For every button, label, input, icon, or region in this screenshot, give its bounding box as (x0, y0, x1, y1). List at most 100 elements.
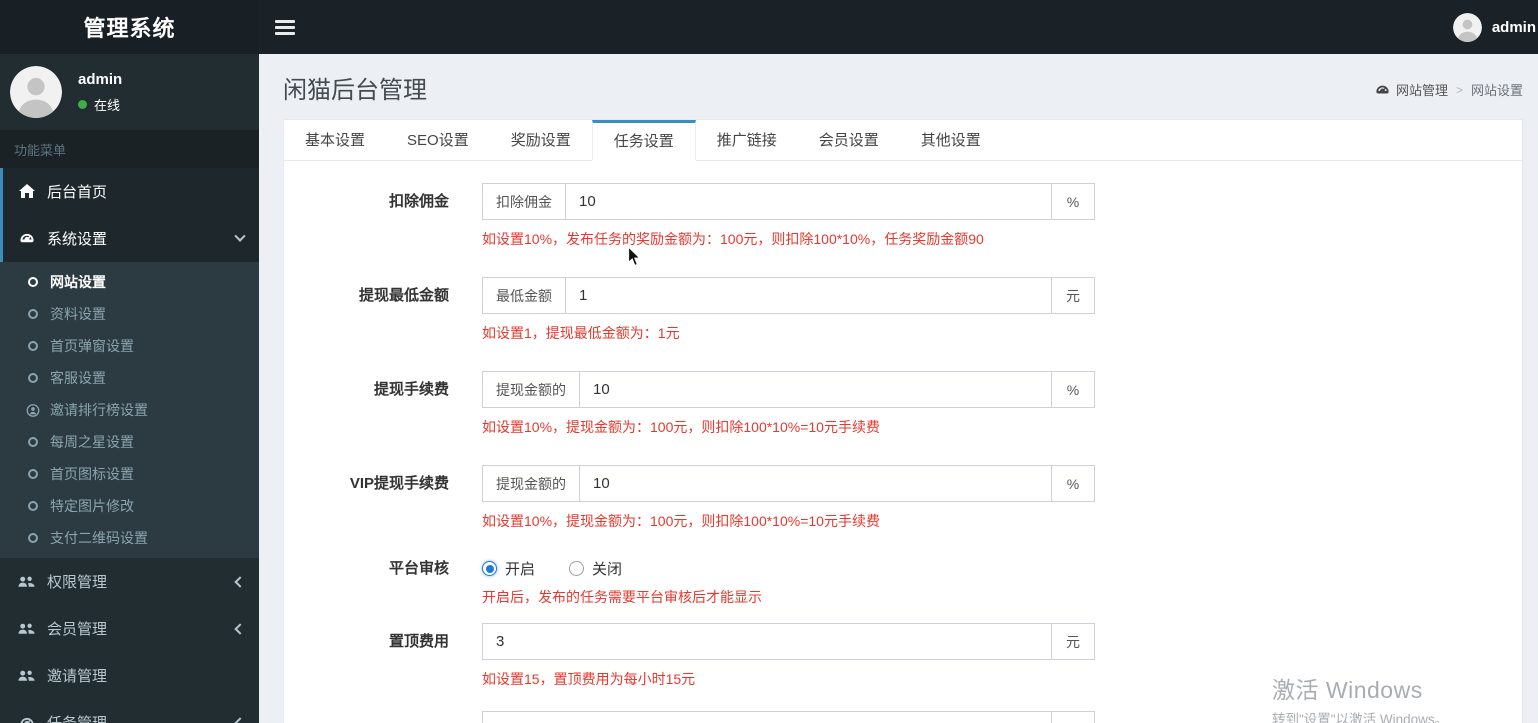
chevron-down-icon (234, 230, 246, 242)
sidebar-item-profile-settings[interactable]: 资料设置 (0, 298, 259, 330)
tab-task[interactable]: 任务设置 (591, 120, 696, 161)
field-hint: 如设置1，提现最低金额为：1元 (482, 325, 680, 341)
sidebar-item-task-mgmt[interactable]: 任务管理 (0, 699, 259, 723)
sidebar-group-invite-mgmt: 邀请管理 (0, 652, 259, 699)
input-addon-label: 扣除佣金 (483, 184, 566, 219)
settings-tabs: 基本设置 SEO设置 奖励设置 任务设置 推广链接 会员设置 其他设置 (284, 120, 1522, 161)
top-fee-input[interactable]: 3 (483, 624, 1051, 659)
circle-icon (25, 467, 40, 481)
tab-member[interactable]: 会员设置 (798, 120, 900, 160)
min-withdraw-input[interactable]: 1 (566, 278, 1051, 313)
sidebar-item-member-mgmt[interactable]: 会员管理 (0, 605, 259, 652)
radio-label: 关闭 (592, 561, 623, 578)
sidebar-item-weekly-star-settings[interactable]: 每周之星设置 (0, 426, 259, 458)
circle-icon (25, 339, 40, 353)
settings-form: 扣除佣金 扣除佣金 10% 如设置10%，发布任务的奖励金额为：100元，则扣除100… (284, 161, 1522, 723)
commission-input[interactable]: 10 (566, 184, 1051, 219)
sidebar-item-label: 邀请管理 (47, 668, 108, 685)
online-status-label: 在线 (94, 97, 121, 113)
sidebar-item-system-settings[interactable]: 系统设置 (0, 215, 259, 262)
tab-promo-link[interactable]: 推广链接 (696, 120, 798, 160)
sidebar-item-home-popup-settings[interactable]: 首页弹窗设置 (0, 330, 259, 362)
withdraw-fee-input[interactable]: 10 (580, 372, 1051, 407)
sidebar-group-member-mgmt: 会员管理 (0, 605, 259, 652)
unit-addon: 元 (1051, 624, 1094, 659)
field-label: VIP提现手续费 (349, 475, 449, 492)
sidebar-item-label: 支付二维码设置 (50, 530, 148, 546)
field-hint: 如设置15，置顶费用为每小时15元 (482, 671, 696, 687)
circle-icon (25, 499, 40, 513)
chevron-left-icon (234, 575, 246, 588)
submenu-system-settings: 网站设置资料设置首页弹窗设置 客服设置邀请排行榜设置 每周之星设置首页图标设置 特定图… (0, 262, 259, 558)
sidebar-item-permission-mgmt[interactable]: 权限管理 (0, 558, 259, 605)
chevron-left-icon (234, 716, 246, 723)
field-area: 提现金额的 10% 如设置10%，提现金额为：100元，则扣除100*10%=10元… (482, 371, 1095, 437)
topbar-username: admin (1491, 18, 1536, 36)
field-label: 扣除佣金 (388, 193, 449, 210)
field-label (284, 711, 482, 723)
sidebar-item-pay-qrcode-settings[interactable]: 支付二维码设置 (0, 522, 259, 554)
main-content: 闲猫后台管理 网站管理 > 网站设置 基本设置 SEO设置 奖励设置 任务设置 推广链接… (259, 54, 1538, 723)
field-hint: 如设置10%，提现金额为：100元，则扣除100*10%=10元手续费 (482, 419, 880, 435)
sidebar-section-label: 功能菜单 (0, 130, 259, 168)
form-row-next-partial (284, 711, 1522, 723)
sidebar-group-home: 后台首页 (0, 168, 259, 215)
users-icon (18, 621, 35, 637)
field-hint: 开启后，发布的任务需要平台审核后才能显示 (482, 589, 762, 605)
sidebar-item-home[interactable]: 后台首页 (0, 168, 259, 215)
tab-basic[interactable]: 基本设置 (284, 120, 386, 160)
form-row-withdraw-fee: 提现手续费 提现金额的 10% 如设置10%，提现金额为：100元，则扣除100*10… (284, 371, 1522, 437)
sidebar-item-label: 客服设置 (50, 370, 106, 386)
unit-addon: % (1051, 184, 1094, 219)
users-icon (18, 668, 35, 684)
tab-seo[interactable]: SEO设置 (386, 120, 490, 160)
next-partial-input[interactable] (483, 712, 1051, 723)
settings-panel: 基本设置 SEO设置 奖励设置 任务设置 推广链接 会员设置 其他设置 扣除佣金 扣除佣金 10… (283, 119, 1523, 723)
radio-label: 开启 (505, 561, 536, 578)
platform-audit-radio-on[interactable]: 开启 (482, 558, 535, 579)
min-withdraw-input-group: 最低金额 1 元 (482, 277, 1095, 314)
logo[interactable]: 管理系统 (0, 0, 259, 54)
online-status-icon (78, 99, 87, 109)
breadcrumb: 网站管理 > 网站设置 (1375, 80, 1523, 99)
sidebar-item-invite-rank-settings[interactable]: 邀请排行榜设置 (0, 394, 259, 426)
field-label: 提现手续费 (373, 381, 449, 398)
radio-icon (482, 561, 497, 576)
sidebar-item-label: 网站设置 (50, 274, 106, 290)
sidebar-item-site-settings[interactable]: 网站设置 (0, 266, 259, 298)
circle-icon (25, 307, 40, 321)
form-row-min-withdraw: 提现最低金额 最低金额 1 元如设置1，提现最低金额为：1元 (284, 277, 1522, 343)
breadcrumb-root[interactable]: 网站管理 (1396, 80, 1448, 99)
unit-addon: % (1051, 466, 1094, 501)
field-area: 扣除佣金 10% 如设置10%，发布任务的奖励金额为：100元，则扣除100*10%… (482, 183, 1095, 249)
unit-addon (1051, 712, 1094, 723)
circle-icon (25, 531, 40, 545)
field-area: 最低金额 1 元如设置1，提现最低金额为：1元 (482, 277, 1095, 343)
sidebar-item-label: 任务管理 (47, 712, 236, 723)
tab-reward[interactable]: 奖励设置 (490, 120, 592, 160)
sidebar-user-status: 在线 (78, 95, 122, 114)
breadcrumb-separator: > (1455, 82, 1463, 97)
field-area: 开启 关闭开启后，发布的任务需要平台审核后才能显示 (482, 559, 762, 607)
sidebar-item-label: 首页图标设置 (50, 466, 134, 482)
vip-withdraw-fee-input[interactable]: 10 (580, 466, 1051, 501)
sidebar-item-specific-image-edit[interactable]: 特定图片修改 (0, 490, 259, 522)
circle-icon (25, 275, 40, 289)
sidebar-group-system-settings: 系统设置网站设置资料设置首页弹窗设置 客服设置邀请排行榜设置 每周之星设置首页图标设… (0, 215, 259, 558)
platform-audit-radio-group: 开启 关闭 (482, 559, 762, 578)
sidebar-group-task-mgmt: 任务管理 (0, 699, 259, 723)
sidebar-item-label: 首页弹窗设置 (50, 338, 134, 354)
hamburger-menu-icon[interactable] (275, 19, 295, 35)
topbar-user-menu[interactable]: admin (1452, 12, 1538, 42)
sidebar-item-service-settings[interactable]: 客服设置 (0, 362, 259, 394)
next-partial-input-group (482, 711, 1095, 723)
platform-audit-radio-off[interactable]: 关闭 (569, 558, 622, 579)
sidebar-item-label: 特定图片修改 (50, 498, 134, 514)
sidebar-item-invite-mgmt[interactable]: 邀请管理 (0, 652, 259, 699)
tab-other[interactable]: 其他设置 (900, 120, 1002, 160)
form-row-top-fee: 置顶费用 3 元如设置15，置顶费用为每小时15元 (284, 623, 1522, 689)
field-area (482, 711, 1095, 723)
sidebar-item-home-icon-settings[interactable]: 首页图标设置 (0, 458, 259, 490)
radio-icon (569, 561, 585, 576)
commission-input-group: 扣除佣金 10% (482, 183, 1095, 220)
